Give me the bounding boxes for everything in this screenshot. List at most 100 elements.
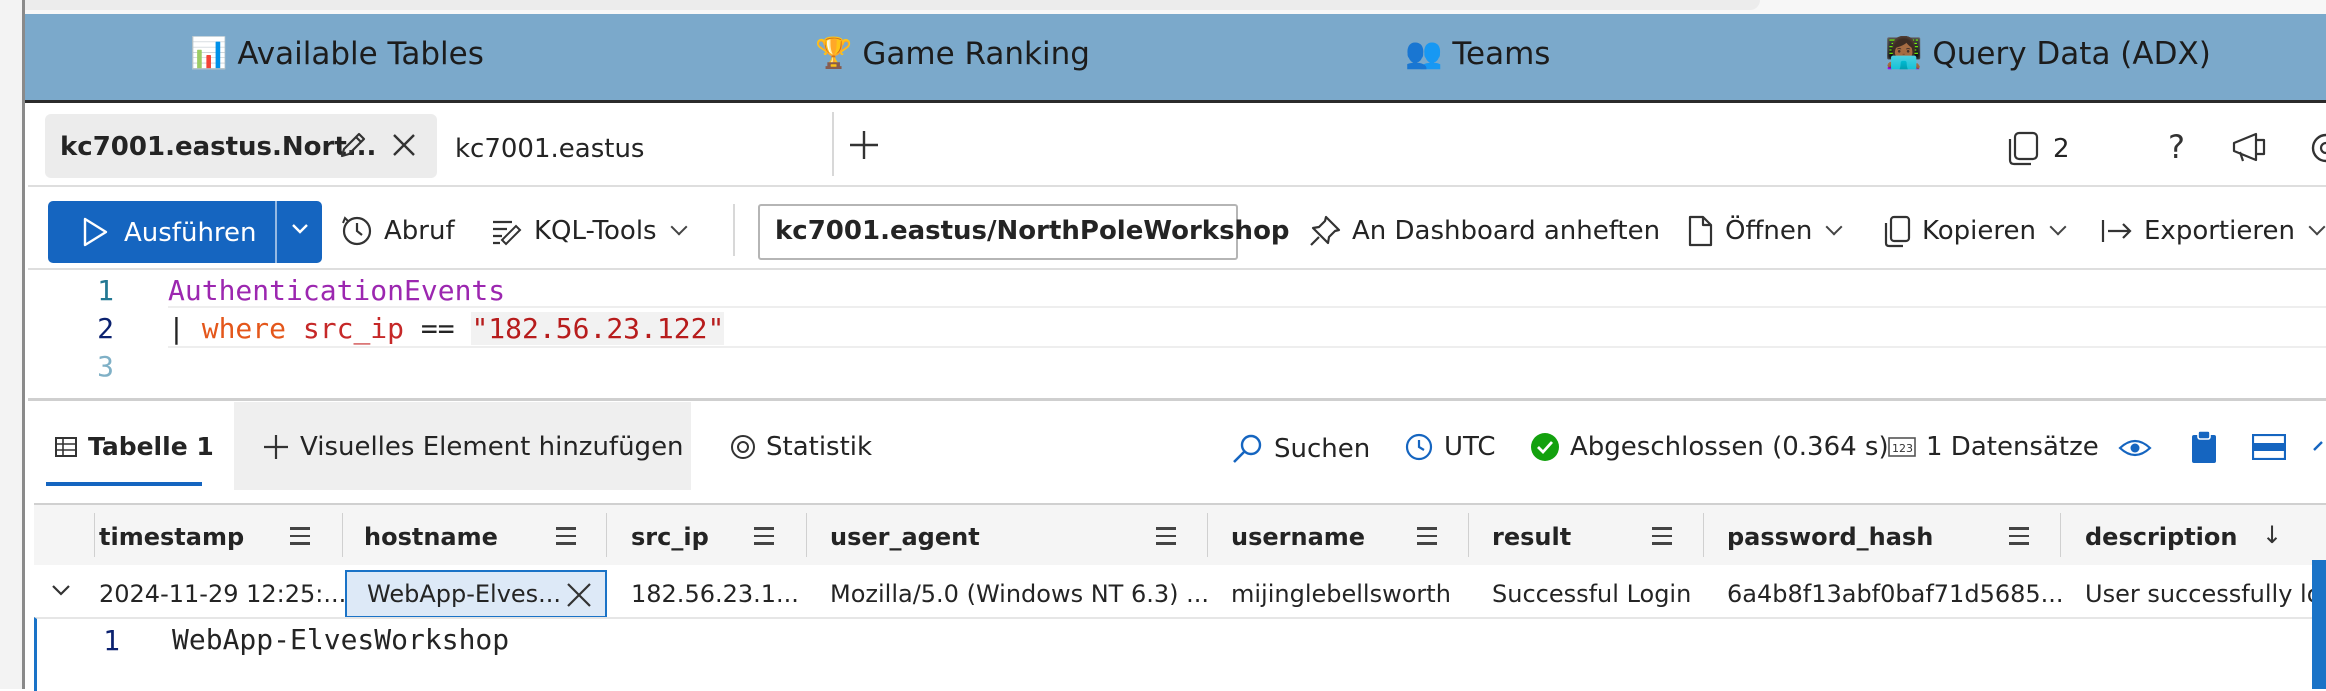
left-gutter (0, 0, 25, 689)
col-header-description[interactable]: description (2085, 523, 2237, 551)
megaphone-icon[interactable] (2230, 130, 2270, 164)
open-dropdown[interactable]: Öffnen (1685, 214, 1843, 248)
col-header-user-agent[interactable]: user_agent (830, 523, 980, 551)
nav-game-ranking[interactable]: 🏆 Game Ranking (815, 36, 1090, 72)
chevron-down-icon (1825, 218, 1843, 236)
query-tab-second[interactable]: kc7001.eastus (455, 134, 644, 164)
search-icon (1233, 434, 1262, 463)
nav-label: Teams (1452, 36, 1551, 72)
recall-label: Abruf (384, 216, 455, 246)
search-button[interactable]: Suchen (1230, 432, 1370, 466)
column-menu-icon[interactable] (2009, 527, 2029, 550)
col-header-result[interactable]: result (1492, 523, 1571, 551)
cell-description[interactable]: User successfully logg (2085, 580, 2312, 608)
number-icon: 123 (1888, 437, 1916, 457)
column-menu-icon[interactable] (556, 527, 576, 550)
code-table-name: AuthenticationEvents (168, 274, 506, 307)
col-header-hostname[interactable]: hostname (364, 523, 498, 551)
run-dropdown-chevron-icon[interactable] (290, 222, 310, 236)
status-label: Abgeschlossen (0.364 s) (1570, 432, 1889, 462)
grid-header: timestamp hostname src_ip user_agent use… (34, 503, 2326, 567)
close-icon[interactable] (565, 581, 593, 609)
copy-label: Kopieren (1922, 216, 2036, 246)
collapse-icon[interactable] (2312, 436, 2326, 456)
code-keyword-where: where (201, 312, 287, 345)
top-navigation: 📊 Available Tables 🏆 Game Ranking 👥 Team… (25, 14, 2326, 103)
history-icon (342, 216, 372, 246)
kql-tools-label: KQL-Tools (534, 216, 657, 246)
pin-label: An Dashboard anheften (1352, 216, 1661, 246)
add-visual-label: Visuelles Element hinzufügen (300, 432, 684, 462)
column-layout-icon[interactable] (2252, 434, 2286, 460)
statistics-tab[interactable]: Statistik (730, 432, 872, 462)
col-header-timestamp[interactable]: timestamp (99, 523, 244, 551)
cell-timestamp[interactable]: 2024-11-29 12:25:... (99, 580, 346, 608)
timezone-button[interactable]: UTC (1404, 432, 1496, 462)
export-label: Exportieren (2144, 216, 2295, 246)
code-pipe: | (168, 312, 202, 345)
column-menu-icon[interactable] (1652, 527, 1672, 550)
copies-icon[interactable] (2005, 130, 2043, 166)
nav-label: Query Data (ADX) (1932, 36, 2211, 72)
help-icon[interactable]: ? (2168, 128, 2185, 166)
table-icon (55, 436, 77, 457)
side-panel-edge[interactable] (2312, 560, 2326, 689)
column-menu-icon[interactable] (1417, 527, 1437, 550)
query-tab-label: kc7001.eastus.Nort... (60, 132, 377, 162)
nav-query-data[interactable]: 👩🏾‍💻 Query Data (ADX) (1885, 36, 2211, 72)
toolbar-divider (733, 204, 735, 256)
eye-icon[interactable] (2118, 436, 2152, 460)
editor-results-splitter[interactable] (28, 398, 2326, 401)
record-count-label: 1 Datensätze (1926, 432, 2099, 462)
export-icon (2101, 220, 2132, 242)
pin-to-dashboard-button[interactable]: An Dashboard anheften (1308, 214, 1660, 248)
column-menu-icon[interactable] (754, 527, 774, 550)
column-menu-icon[interactable] (1156, 527, 1176, 550)
sort-descending-icon[interactable]: ↓ (2262, 521, 2282, 549)
code-operator: == (420, 312, 455, 345)
cell-password-hash[interactable]: 6a4b8f13abf0baf71d5685... (1727, 580, 2064, 608)
kql-tools-dropdown[interactable]: KQL-Tools (490, 214, 688, 248)
record-count: 123 1 Datensätze (1888, 432, 2099, 462)
add-tab-icon[interactable] (847, 128, 881, 162)
add-visual-button[interactable]: Visuelles Element hinzufügen (262, 432, 684, 462)
people-icon: 👥 (1405, 36, 1443, 71)
cell-result[interactable]: Successful Login (1492, 580, 1691, 608)
chevron-down-icon (670, 218, 688, 236)
nav-available-tables[interactable]: 📊 Available Tables (190, 36, 484, 72)
clipboard-icon[interactable] (2190, 430, 2218, 464)
cell-src-ip[interactable]: 182.56.23.1... (631, 580, 799, 608)
results-table-tab[interactable]: Tabelle 1 (54, 432, 214, 461)
close-tab-icon[interactable] (390, 131, 418, 159)
settings-gear-icon[interactable] (2306, 130, 2326, 166)
tab-count: 2 (2053, 134, 2070, 164)
detail-line-number: 1 (103, 624, 120, 657)
cell-hostname[interactable]: WebApp-Elves... (367, 580, 561, 608)
plus-icon (264, 435, 288, 459)
recall-button[interactable]: Abruf (340, 214, 455, 248)
export-dropdown[interactable]: Exportieren (2100, 214, 2326, 248)
run-button-label: Ausführen (124, 218, 257, 248)
tabs-separator (28, 185, 2326, 187)
browser-top-strip (0, 0, 2326, 14)
search-label: Suchen (1274, 434, 1371, 464)
pencil-icon[interactable] (336, 128, 370, 162)
copy-dropdown[interactable]: Kopieren (1882, 214, 2067, 248)
copy-icon (1884, 215, 1911, 248)
nav-teams[interactable]: 👥 Teams (1405, 36, 1550, 72)
column-menu-icon[interactable] (290, 527, 310, 550)
col-header-src-ip[interactable]: src_ip (631, 523, 709, 551)
cell-user-agent[interactable]: Mozilla/5.0 (Windows NT 6.3) ... (830, 580, 1209, 608)
chevron-down-icon (2049, 218, 2067, 236)
col-header-username[interactable]: username (1231, 523, 1365, 551)
expand-row-icon[interactable] (50, 580, 72, 600)
timezone-label: UTC (1444, 432, 1496, 462)
statistics-label: Statistik (766, 432, 873, 462)
code-line-2: | where src_ip == "182.56.23.122" (168, 312, 725, 345)
col-header-password-hash[interactable]: password_hash (1727, 523, 1933, 551)
query-status: Abgeschlossen (0.364 s) (1530, 432, 1889, 462)
line-number: 3 (97, 350, 114, 383)
nav-label: Game Ranking (862, 36, 1090, 72)
cell-username[interactable]: mijinglebellsworth (1231, 580, 1451, 608)
